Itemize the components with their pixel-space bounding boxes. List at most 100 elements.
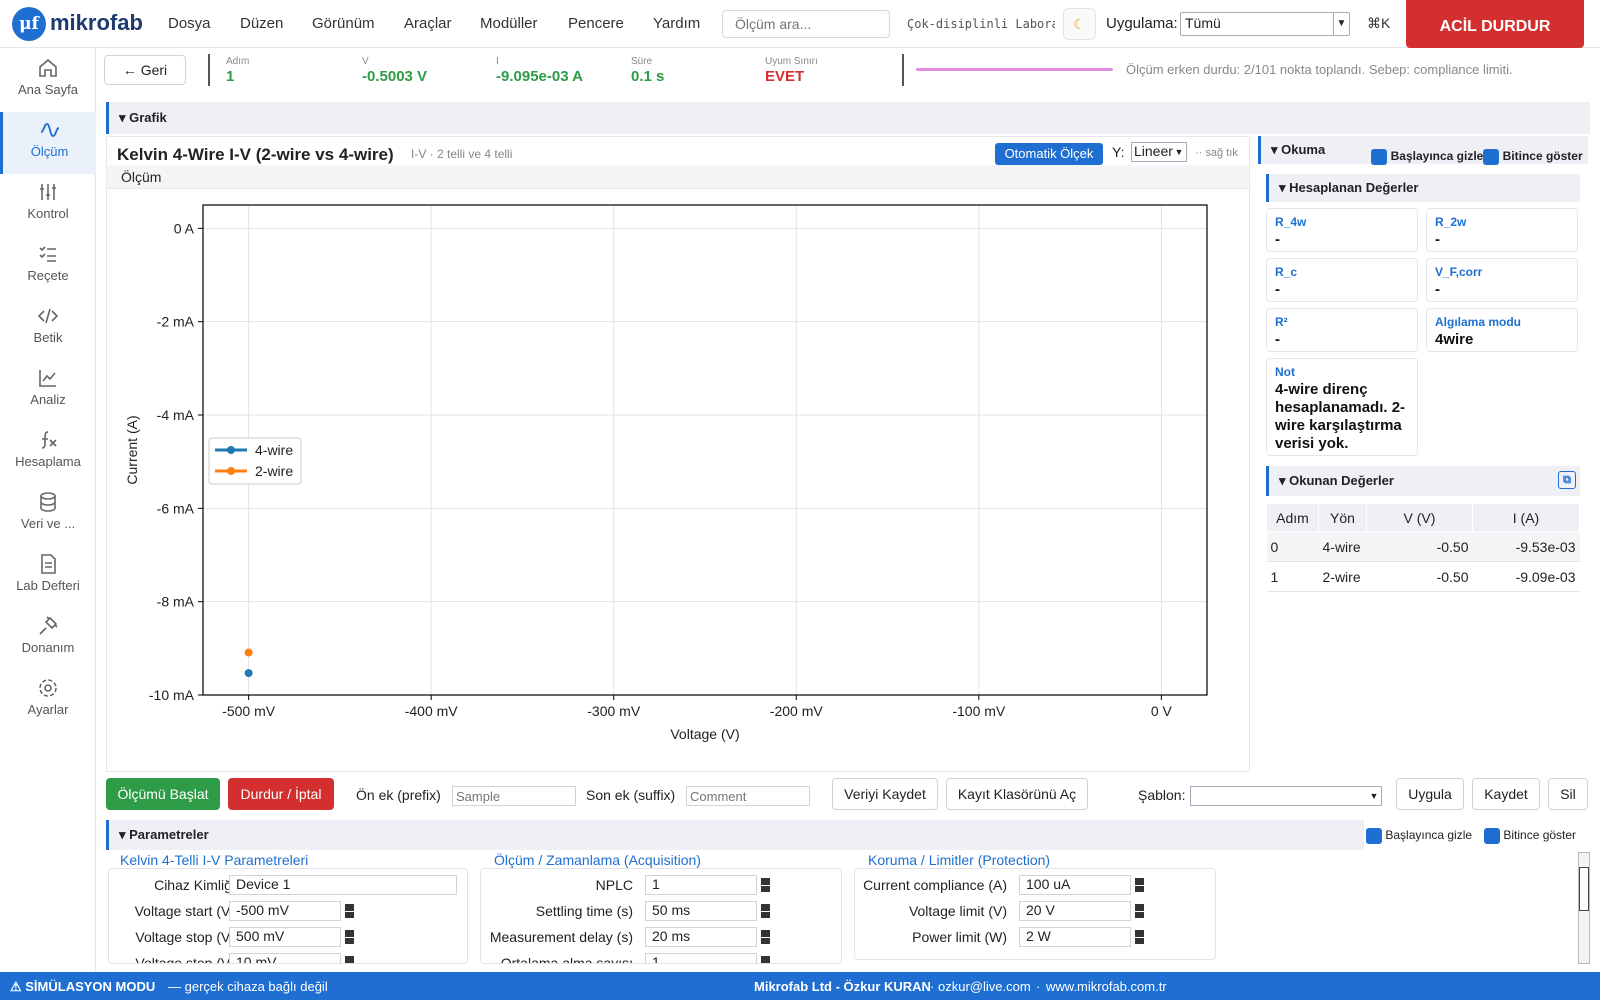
measurement-delay-input[interactable]: 20 ms bbox=[645, 927, 757, 947]
tab-measurement[interactable]: Ölçüm bbox=[107, 165, 1249, 189]
application-select[interactable]: Tümü ▼ bbox=[1180, 12, 1350, 36]
notebook-icon bbox=[41, 554, 56, 574]
table-row[interactable]: 1 2-wire -0.50 -9.09e-03 bbox=[1266, 561, 1580, 592]
device-id-input[interactable]: Device 1 bbox=[229, 875, 457, 895]
sidebar-item-measurement[interactable]: Ölçüm bbox=[0, 112, 96, 174]
params-scrollbar[interactable] bbox=[1578, 852, 1590, 964]
graph-section-header[interactable]: ▾ Grafik bbox=[106, 102, 1590, 134]
chart-subtitle: I-V · 2 telli ve 4 telli bbox=[411, 147, 513, 161]
scrollbar-thumb[interactable] bbox=[1579, 867, 1589, 911]
chart-title: Kelvin 4-Wire I-V (2-wire vs 4-wire) bbox=[117, 145, 394, 164]
chevron-down-icon: ▼ bbox=[1369, 791, 1379, 801]
column-header: Adım bbox=[1266, 503, 1319, 532]
params-hide-on-start-checkbox[interactable]: Başlayınca gizle bbox=[1366, 828, 1472, 844]
emergency-stop-button[interactable]: ACİL DURDUR bbox=[1406, 0, 1584, 48]
table-cell: -9.09e-03 bbox=[1472, 561, 1580, 592]
checkbox-checked-icon bbox=[1371, 148, 1387, 165]
back-button[interactable]: ← Geri bbox=[104, 55, 186, 85]
menu-help[interactable]: Yardım bbox=[653, 15, 700, 32]
theme-toggle-moon-icon[interactable]: ☾ bbox=[1063, 8, 1096, 40]
plot-area bbox=[203, 205, 1207, 695]
sidebar-item-hardware[interactable]: Donanım bbox=[0, 608, 96, 670]
sidebar-item-lab-notebook[interactable]: Lab Defteri bbox=[0, 546, 96, 608]
param-row: Cihaz Kimliği Device 1 bbox=[109, 875, 467, 897]
spinner-icon[interactable] bbox=[761, 903, 771, 919]
card-label: R² bbox=[1275, 315, 1288, 329]
spinner-icon[interactable] bbox=[761, 955, 771, 963]
save-data-button[interactable]: Veriyi Kaydet bbox=[832, 778, 938, 810]
table-row[interactable]: 0 4-wire -0.50 -9.53e-03 bbox=[1266, 531, 1580, 562]
voltage-start-input[interactable]: -500 mV bbox=[229, 901, 341, 921]
contact-email[interactable]: ozkur@live.com bbox=[938, 979, 1031, 994]
sidebar-item-analysis[interactable]: Analiz bbox=[0, 360, 96, 422]
x-tick-label: -400 mV bbox=[405, 703, 459, 719]
command-palette-shortcut[interactable]: ⌘K bbox=[1367, 15, 1390, 32]
spinner-icon[interactable] bbox=[761, 929, 771, 945]
top-bar: μf mikrofab Dosya Düzen Görünüm Araçlar … bbox=[0, 0, 1600, 48]
sidebar-item-control[interactable]: Kontrol bbox=[0, 174, 96, 236]
auto-scale-button[interactable]: Otomatik Ölçek bbox=[995, 143, 1103, 165]
show-on-finish-label: Bitince göster bbox=[1503, 828, 1577, 843]
sidebar-item-recipe[interactable]: Reçete bbox=[0, 236, 96, 298]
card-r4w: R_4w - bbox=[1266, 208, 1418, 252]
copy-icon[interactable]: ⧉ bbox=[1558, 471, 1576, 489]
voltage-step-input[interactable]: 10 mV bbox=[229, 953, 341, 963]
start-measurement-button[interactable]: Ölçümü Başlat bbox=[106, 778, 220, 810]
spinner-icon[interactable] bbox=[1135, 877, 1145, 893]
power-limit-input[interactable]: 2 W bbox=[1019, 927, 1131, 947]
action-bar: Ölçümü Başlat Durdur / İptal Ön ek (pref… bbox=[106, 778, 1596, 818]
spinner-icon[interactable] bbox=[345, 903, 355, 919]
sidebar-item-data[interactable]: Veri ve ... bbox=[0, 484, 96, 546]
iv-chart[interactable]: -500 mV -400 mV -300 mV -200 mV -100 mV 0 V 0 … bbox=[107, 189, 1249, 771]
param-label: Ortalama alma sayısı bbox=[500, 955, 633, 964]
voltage-limit-input[interactable]: 20 V bbox=[1019, 901, 1131, 921]
menu-file[interactable]: Dosya bbox=[168, 15, 211, 32]
nplc-input[interactable]: 1 bbox=[645, 875, 757, 895]
params-section-header[interactable]: ▾ Parametreler bbox=[106, 820, 1364, 850]
read-values-section-header[interactable]: ▾ Okunan Değerler ⧉ bbox=[1266, 466, 1580, 496]
search-input[interactable] bbox=[722, 10, 890, 38]
prefix-input[interactable] bbox=[452, 786, 576, 806]
simulation-mode-label: ⚠ SİMÜLASYON MODU bbox=[10, 979, 156, 994]
save-template-button[interactable]: Kaydet bbox=[1472, 778, 1540, 810]
hide-on-start-checkbox[interactable]: Başlayınca gizle bbox=[1371, 142, 1483, 170]
spinner-icon[interactable] bbox=[1135, 903, 1145, 919]
current-compliance-input[interactable]: 100 uA bbox=[1019, 875, 1131, 895]
y-scale-select[interactable]: Lineer ▼ bbox=[1131, 142, 1187, 162]
spinner-icon[interactable] bbox=[761, 877, 771, 893]
sidebar-item-label: Donanım bbox=[21, 640, 75, 655]
reading-title: Okuma bbox=[1281, 142, 1326, 157]
stop-cancel-button[interactable]: Durdur / İptal bbox=[228, 778, 334, 810]
template-select[interactable]: ▼ bbox=[1190, 786, 1382, 806]
sidebar-item-home[interactable]: Ana Sayfa bbox=[0, 50, 96, 112]
open-folder-button[interactable]: Kayıt Klasörünü Aç bbox=[946, 778, 1088, 810]
reading-section-header[interactable]: ▾ Okuma Başlayınca gizle Bitince göster bbox=[1258, 136, 1588, 165]
menu-view[interactable]: Görünüm bbox=[312, 15, 375, 32]
card-value: 4wire bbox=[1435, 331, 1474, 348]
duration-value: 0.1 s bbox=[631, 68, 665, 85]
sidebar-item-calculation[interactable]: Hesaplama bbox=[0, 422, 96, 484]
delete-template-button[interactable]: Sil bbox=[1548, 778, 1588, 810]
spinner-icon[interactable] bbox=[345, 929, 355, 945]
card-r-squared: R² - bbox=[1266, 308, 1418, 352]
param-label: Power limit (W) bbox=[912, 929, 1007, 945]
spinner-icon[interactable] bbox=[345, 955, 355, 963]
param-label: NPLC bbox=[595, 877, 633, 893]
suffix-input[interactable] bbox=[686, 786, 810, 806]
menu-modules[interactable]: Modüller bbox=[480, 15, 538, 32]
apply-button[interactable]: Uygula bbox=[1396, 778, 1464, 810]
sidebar-item-settings[interactable]: Ayarlar bbox=[0, 670, 96, 732]
computed-section-header[interactable]: ▾ Hesaplanan Değerler bbox=[1266, 174, 1580, 202]
website-link[interactable]: www.mikrofab.com.tr bbox=[1046, 979, 1167, 994]
menu-edit[interactable]: Düzen bbox=[240, 15, 283, 32]
averaging-count-input[interactable]: 1 bbox=[645, 953, 757, 963]
sidebar-item-script[interactable]: Betik bbox=[0, 298, 96, 360]
menu-window[interactable]: Pencere bbox=[568, 15, 624, 32]
voltage-stop-input[interactable]: 500 mV bbox=[229, 927, 341, 947]
spinner-icon[interactable] bbox=[1135, 929, 1145, 945]
menu-tools[interactable]: Araçlar bbox=[404, 15, 452, 32]
show-on-finish-checkbox[interactable]: Bitince göster bbox=[1483, 142, 1583, 170]
legend: 4-wire 2-wire bbox=[208, 437, 302, 485]
settling-time-input[interactable]: 50 ms bbox=[645, 901, 757, 921]
params-show-on-finish-checkbox[interactable]: Bitince göster bbox=[1484, 828, 1576, 844]
